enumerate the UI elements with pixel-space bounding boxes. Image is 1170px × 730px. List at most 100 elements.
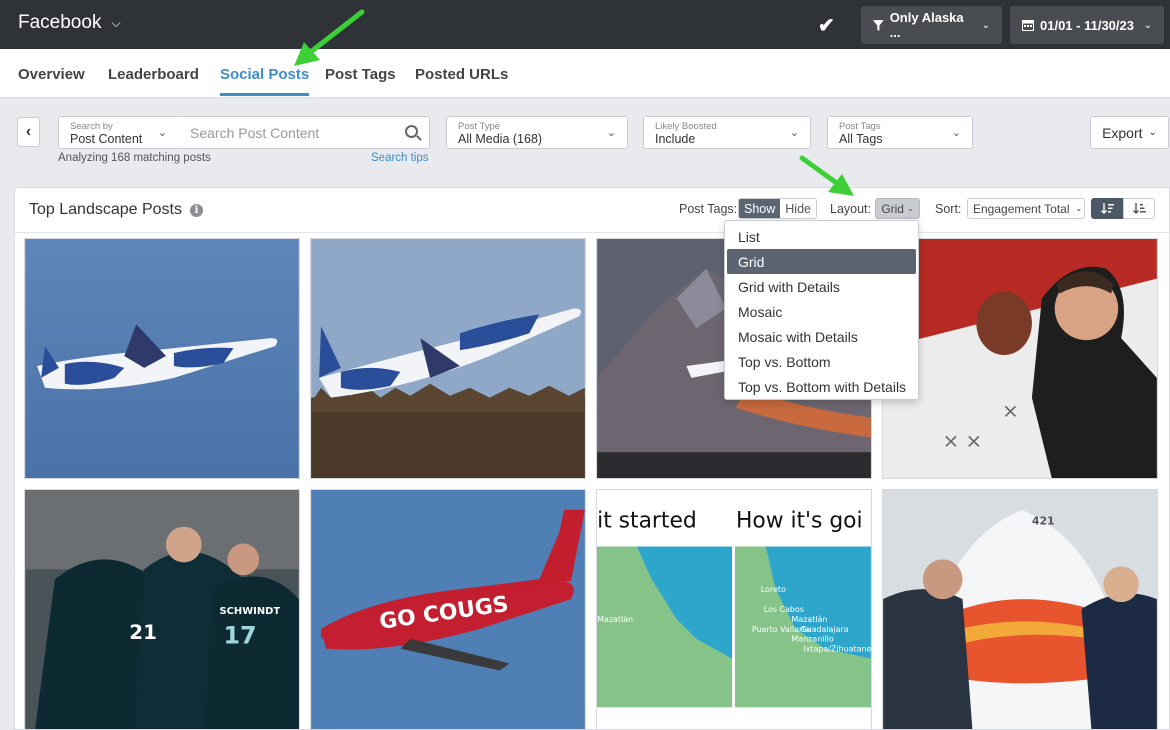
post-thumbnail[interactable]: 421	[882, 489, 1158, 730]
map-city-label: Los Cabos	[764, 605, 804, 614]
post-type-select[interactable]: Post Type All Media (168) ⌄	[446, 116, 628, 149]
search-by-label: Search by	[70, 121, 113, 132]
layout-option-grid-with-details[interactable]: Grid with Details	[727, 274, 916, 299]
check-icon[interactable]: ✔	[818, 13, 835, 38]
tab-social-posts[interactable]: Social Posts	[220, 66, 310, 96]
date-range-label: 01/01 - 11/30/23	[1040, 17, 1134, 33]
tab-overview[interactable]: Overview	[18, 66, 85, 93]
post-type-value: All Media (168)	[458, 132, 543, 146]
sort-select[interactable]: Engagement Total ⌄	[967, 198, 1085, 219]
app-title: Facebook	[18, 12, 102, 33]
post-thumbnail[interactable]: it started How it's goi Mazatlán Loreto …	[596, 489, 872, 730]
layout-label: Layout:	[830, 202, 872, 216]
jersey-number: 17	[223, 622, 256, 650]
post-thumbnail[interactable]	[310, 238, 586, 479]
post-thumbnail[interactable]: 21 17 SCHWINDT	[24, 489, 300, 730]
post-type-label: Post Type	[458, 121, 501, 132]
panel-title-text: Top Landscape Posts	[29, 201, 182, 218]
layout-option-top-vs-bottom-with-details[interactable]: Top vs. Bottom with Details	[727, 374, 916, 399]
search-tips-link[interactable]: Search tips	[371, 152, 429, 164]
post-tags-toggle-label: Post Tags:	[679, 202, 738, 216]
date-range-button[interactable]: 01/01 - 11/30/23 ⌄	[1010, 6, 1164, 44]
info-icon[interactable]: i	[190, 203, 203, 217]
export-button[interactable]: Export ⌄	[1090, 116, 1169, 149]
panel-divider	[15, 232, 1170, 233]
chevron-down-icon: ⌄	[906, 204, 914, 213]
search-input[interactable]: Search Post Content	[178, 116, 430, 149]
map-right-heading: How it's goi	[736, 509, 863, 534]
hockey-team-image: 21 17 SCHWINDT	[25, 490, 299, 729]
post-tags-toggle: Show Hide	[738, 198, 817, 219]
layout-dropdown-menu: List Grid Grid with Details Mosaic Mosai…	[724, 220, 919, 400]
map-city-label: Ixtapa/Zihuatanej	[803, 645, 871, 654]
post-tags-select[interactable]: Post Tags All Tags ⌄	[827, 116, 973, 149]
search-by-select[interactable]: Search by Post Content ⌄	[58, 116, 179, 149]
search-by-value: Post Content	[70, 132, 143, 146]
calendar-icon	[1022, 20, 1034, 31]
layout-option-mosaic[interactable]: Mosaic	[727, 299, 916, 324]
layout-option-top-vs-bottom[interactable]: Top vs. Bottom	[727, 349, 916, 374]
chevron-down-icon: ⌄	[1148, 127, 1157, 138]
football-player-image: × × ×	[883, 239, 1157, 478]
map-city-label: Manzanillo	[792, 635, 834, 644]
sort-descending-icon	[1100, 203, 1114, 214]
layout-value: Grid	[881, 201, 904, 216]
chevron-down-icon: ⌄	[1075, 204, 1083, 213]
filter-label: Only Alaska ...	[889, 10, 964, 40]
layout-option-grid[interactable]: Grid	[727, 249, 916, 274]
filter-icon	[873, 19, 884, 31]
map-city-label: Mazatlán	[597, 615, 633, 624]
sort-ascending-button[interactable]	[1123, 198, 1155, 219]
route-map-image: it started How it's goi Mazatlán Loreto …	[597, 490, 871, 729]
layout-select[interactable]: Grid ⌄	[875, 198, 920, 219]
tab-posted-urls[interactable]: Posted URLs	[415, 66, 508, 93]
tab-bar: Overview Leaderboard Social Posts Post T…	[0, 49, 1170, 98]
layout-option-mosaic-with-details[interactable]: Mosaic with Details	[727, 324, 916, 349]
chevron-down-icon: ⌄	[157, 127, 167, 139]
app-switcher[interactable]: Facebook ⌵	[18, 12, 121, 34]
likely-boosted-select[interactable]: Likely Boosted Include ⌄	[643, 116, 811, 149]
post-thumbnail[interactable]	[24, 238, 300, 479]
tab-post-tags[interactable]: Post Tags	[325, 66, 396, 93]
chevron-down-icon: ⌄	[606, 127, 616, 139]
sort-descending-button[interactable]	[1091, 198, 1123, 219]
search-icon[interactable]	[405, 125, 418, 138]
svg-text:× ×: × ×	[943, 429, 983, 452]
chevron-down-icon: ⌵	[111, 15, 121, 30]
airplane-forest-image	[311, 239, 585, 478]
map-left-heading: it started	[597, 509, 697, 534]
sort-value: Engagement Total	[973, 201, 1070, 216]
map-city-label: Loreto	[761, 585, 786, 594]
tab-leaderboard[interactable]: Leaderboard	[108, 66, 199, 93]
likely-boosted-label: Likely Boosted	[655, 121, 717, 132]
matching-posts-count: Analyzing 168 matching posts	[58, 152, 211, 164]
chevron-down-icon: ⌄	[981, 19, 990, 31]
back-button[interactable]: ‹	[17, 117, 40, 147]
chevron-down-icon: ⌄	[1143, 19, 1152, 31]
layout-option-list[interactable]: List	[727, 224, 916, 249]
map-city-label: Mazatlán	[792, 615, 828, 624]
show-tags-button[interactable]: Show	[739, 199, 781, 218]
plane-number: 421	[1032, 515, 1055, 528]
svg-text:×: ×	[1002, 400, 1019, 423]
chevron-left-icon: ‹	[25, 123, 32, 140]
chevron-down-icon: ⌄	[789, 127, 799, 139]
airplane-sky-image	[25, 239, 299, 478]
filter-button[interactable]: Only Alaska ... ⌄	[861, 6, 1002, 44]
likely-boosted-value: Include	[655, 132, 696, 146]
post-thumbnail[interactable]: × × ×	[882, 238, 1158, 479]
panel-title: Top Landscape Posts i	[29, 201, 203, 219]
jersey-number: 21	[129, 621, 157, 644]
sort-label: Sort:	[935, 202, 962, 216]
chevron-down-icon: ⌄	[951, 127, 961, 139]
post-tags-label: Post Tags	[839, 121, 881, 132]
jersey-name: SCHWINDT	[220, 606, 281, 617]
map-city-label: Puerto Vallarta	[752, 625, 811, 634]
top-bar: Facebook ⌵ ✔ Only Alaska ... ⌄ 01/01 - 1…	[0, 0, 1170, 49]
search-placeholder: Search Post Content	[190, 124, 320, 141]
hide-tags-button[interactable]: Hide	[780, 199, 816, 218]
post-thumbnail[interactable]: GO COUGS	[310, 489, 586, 730]
red-airplane-image: GO COUGS	[311, 490, 585, 729]
sort-ascending-icon	[1132, 203, 1146, 214]
airplane-nose-image: 421	[883, 490, 1157, 729]
